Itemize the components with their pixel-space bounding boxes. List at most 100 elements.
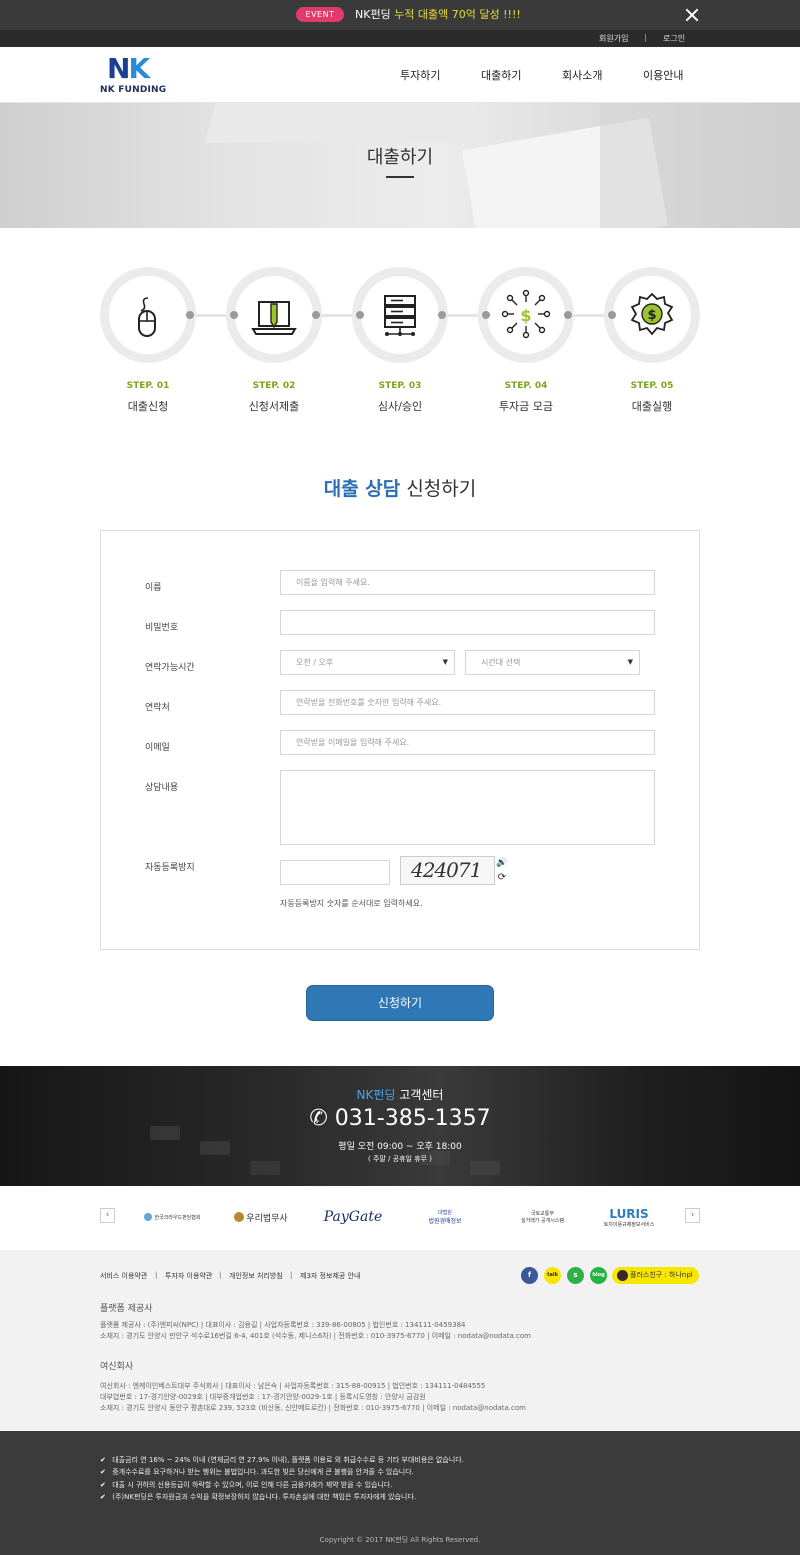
util-separator: | xyxy=(644,33,647,42)
footer-separator: | xyxy=(290,1271,293,1279)
step-number: STEP. 01 xyxy=(126,381,170,391)
nav-company[interactable]: 회사소개 xyxy=(562,67,602,83)
email-label: 이메일 xyxy=(145,743,170,753)
footer-link-investor-terms[interactable]: 투자자 이용약관 xyxy=(165,1271,212,1281)
close-icon[interactable] xyxy=(682,5,702,25)
nav-invest[interactable]: 투자하기 xyxy=(400,67,440,83)
partner-logo[interactable]: LURIS 토지이용규제정보서비스 xyxy=(598,1206,660,1228)
plus-friend-button[interactable]: 플러스친구 : 하나npl xyxy=(612,1267,699,1284)
cs-phone-number: 031-385-1357 xyxy=(334,1106,491,1131)
email-field[interactable]: 연락받을 이메일을 입력해 주세요. xyxy=(280,730,655,755)
partner-logo[interactable]: 한국크라우드펀딩협회 xyxy=(140,1206,205,1228)
captcha-image: 424071 xyxy=(400,856,495,885)
name-label: 이름 xyxy=(145,583,162,593)
step-label: 심사/승인 xyxy=(377,400,423,413)
footer-link-service-terms[interactable]: 서비스 이용약관 xyxy=(100,1271,147,1281)
time-select[interactable]: 시간대 선택 ▼ xyxy=(465,650,640,675)
partner-logo[interactable]: 우리법무사 xyxy=(232,1206,290,1228)
notice-line: ✔ 중개수수료를 요구하거나 받는 행위는 불법입니다. 과도한 빚은 당신에게… xyxy=(100,1467,414,1477)
blog-icon[interactable]: blog xyxy=(590,1267,607,1284)
name-field[interactable]: 이름을 입력해 주세요. xyxy=(280,570,655,595)
step-label: 신청서제출 xyxy=(248,400,300,413)
step-number: STEP. 02 xyxy=(252,381,296,391)
form-title-bold: 대출 상담 xyxy=(323,478,401,500)
partner-logo[interactable]: 대법원 법원경매정보 xyxy=(415,1206,475,1228)
phone-icon: ✆ xyxy=(309,1106,335,1131)
partner-logo[interactable]: 국토교통부 실거래가 공개시스템 xyxy=(510,1206,575,1228)
ampm-select-value: 오전 / 오후 xyxy=(296,658,334,667)
customer-center: NK펀딩 고객센터 ✆ 031-385-1357 평일 오전 09:00 ~ 오… xyxy=(0,1066,800,1186)
contact-time-label: 연락가능시간 xyxy=(145,663,195,673)
captcha-input[interactable] xyxy=(280,860,390,885)
ampm-select[interactable]: 오전 / 오후 ▼ xyxy=(280,650,455,675)
dollar-badge-icon: $ xyxy=(630,292,674,336)
prev-arrow-icon[interactable]: ‹ xyxy=(100,1208,115,1223)
logo[interactable]: NK xyxy=(107,55,150,83)
refresh-icon[interactable]: ⟳ xyxy=(496,871,508,884)
event-text-prefix: NK펀딩 xyxy=(355,8,395,21)
step-circle-2 xyxy=(226,267,322,363)
cs-title-rest: 고객센터 xyxy=(395,1088,444,1102)
lender-heading: 여신회사 xyxy=(100,1362,134,1372)
hero-decoration xyxy=(204,103,476,143)
step-label: 대출신청 xyxy=(127,400,169,413)
partner-emblem xyxy=(234,1212,245,1222)
next-arrow-icon[interactable]: › xyxy=(685,1208,700,1223)
kakaotalk-icon[interactable]: talk xyxy=(544,1267,561,1284)
business-hours: 평일 오전 09:00 ~ 오후 18:00 xyxy=(338,1142,462,1152)
step-number: STEP. 04 xyxy=(504,381,548,391)
partner-logo-text: 우리법무사 xyxy=(246,1213,288,1224)
site-header: NK NK FUNDING 투자하기 대출하기 회사소개 이용안내 xyxy=(0,47,800,103)
join-link[interactable]: 회원가입 xyxy=(599,33,628,44)
event-text-amount: 70억 달성 !!!! xyxy=(448,8,521,21)
footer-separator: | xyxy=(155,1271,158,1279)
partner-logo-text: 한국크라우드펀딩협회 xyxy=(154,1214,201,1221)
step-circle-3 xyxy=(352,267,448,363)
content-label: 상담내용 xyxy=(145,783,179,793)
footer-link-third-party[interactable]: 제3자 정보제공 안내 xyxy=(300,1271,360,1281)
platform-heading: 플랫폼 제공사 xyxy=(100,1304,153,1314)
event-text-highlight: 누적 대출액 xyxy=(394,8,449,21)
step-dot xyxy=(482,311,490,319)
legal-notice: ✔ 대출금리 연 16% ~ 24% 이내 (연체금리 연 27.9% 이내),… xyxy=(0,1431,800,1555)
customer-center-title: NK펀딩 고객센터 xyxy=(0,1086,800,1103)
captcha-label: 자동등록방지 xyxy=(145,863,195,873)
footer-link-privacy[interactable]: 개인정보 처리방침 xyxy=(229,1271,283,1281)
check-icon: ✔ xyxy=(100,1481,106,1489)
nav-guide[interactable]: 이용안내 xyxy=(643,67,683,83)
nav-loan[interactable]: 대출하기 xyxy=(481,67,521,83)
event-text: NK펀딩 누적 대출액 70억 달성 !!!! xyxy=(355,6,521,22)
kakaostory-icon[interactable]: s xyxy=(567,1267,584,1284)
step-dot xyxy=(230,311,238,319)
cs-title-brand: NK펀딩 xyxy=(356,1088,396,1102)
phone-label: 연락처 xyxy=(145,703,170,713)
step-dot xyxy=(438,311,446,319)
partner-logo[interactable]: PayGate xyxy=(322,1206,384,1228)
step-dot xyxy=(356,311,364,319)
speaker-icon[interactable]: 🔊 xyxy=(496,857,508,870)
footer-separator: | xyxy=(219,1271,222,1279)
partner-logo-text: 실거래가 공개시스템 xyxy=(521,1218,564,1224)
copyright: Copyright © 2017 NK펀딩 All Rights Reserve… xyxy=(319,1536,481,1544)
holiday-note: ( 주말 / 공휴일 휴무 ) xyxy=(367,1155,433,1163)
phone-field[interactable]: 연락받을 전화번호를 숫자만 입력해 주세요. xyxy=(280,690,655,715)
step-label: 투자금 모금 xyxy=(498,400,554,413)
content-textarea[interactable] xyxy=(280,770,655,845)
check-icon: ✔ xyxy=(100,1456,106,1464)
facebook-icon[interactable]: f xyxy=(521,1267,538,1284)
step-circle-5: $ xyxy=(604,267,700,363)
step-number: STEP. 05 xyxy=(630,381,674,391)
laptop-pencil-icon xyxy=(251,301,297,335)
platform-info-line: 소재지 : 경기도 안양시 만안구 석수로16번길 6-4, 401호 (석수동… xyxy=(100,1332,531,1340)
title-underline xyxy=(386,176,414,178)
notice-text: 대출금리 연 16% ~ 24% 이내 (연체금리 연 27.9% 이내), 플… xyxy=(112,1456,464,1464)
lender-info-line: 대부업번호 : 17-경기안양-0029호 | 대부중개업번호 : 17-경기안… xyxy=(100,1393,426,1401)
step-label: 대출실행 xyxy=(631,400,673,413)
form-title: 대출 상담 신청하기 xyxy=(0,474,800,501)
partner-carousel: ‹ 한국크라우드펀딩협회 우리법무사 PayGate 대법원 법원경매정보 국토교… xyxy=(0,1186,800,1250)
submit-button[interactable]: 신청하기 xyxy=(306,985,494,1021)
password-field[interactable] xyxy=(280,610,655,635)
check-icon: ✔ xyxy=(100,1468,106,1476)
login-link[interactable]: 로그인 xyxy=(663,33,685,44)
caret-down-icon: ▼ xyxy=(442,658,448,666)
